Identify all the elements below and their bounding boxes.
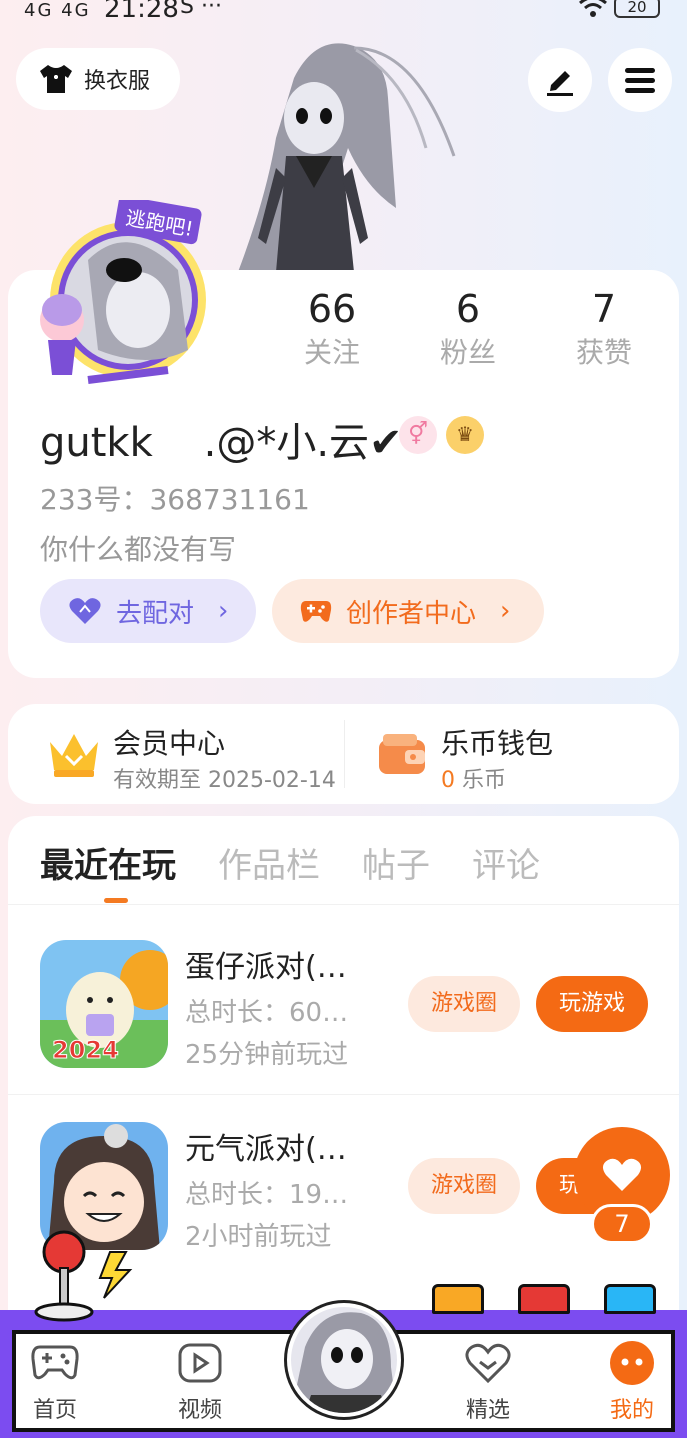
tab-posts[interactable]: 帖子	[362, 838, 430, 887]
pair-button[interactable]: 去配对 ›	[40, 579, 256, 643]
heart-pair-icon	[69, 598, 101, 624]
vip-center-title[interactable]: 会员中心	[113, 722, 225, 762]
tab-comments[interactable]: 评论	[472, 838, 540, 887]
stat-fans[interactable]: 6 粉丝	[400, 285, 536, 373]
stat-likes-label: 获赞	[575, 336, 632, 369]
status-extra: S ···	[180, 0, 222, 19]
nav-home[interactable]: 首页	[10, 1340, 100, 1424]
stat-fans-label: 粉丝	[439, 336, 496, 369]
game-title[interactable]: 蛋仔派对(…	[185, 942, 385, 986]
wallet-icon[interactable]	[377, 730, 427, 780]
arcade-button-red	[518, 1284, 570, 1314]
status-bar: 4G 4G 21:28 S ··· 20	[0, 0, 687, 30]
profile-stats: 66 关注 6 粉丝 7 获赞	[264, 285, 674, 373]
video-play-icon	[178, 1343, 222, 1383]
coin-unit: 乐币	[455, 768, 506, 793]
edit-profile-button[interactable]	[528, 48, 592, 112]
avatar-3d-figure[interactable]	[236, 38, 456, 272]
tab-recent-played[interactable]: 最近在玩	[40, 838, 176, 887]
user-bio[interactable]: 你什么都没有写	[40, 528, 236, 568]
coin-balance-value: 0	[441, 768, 455, 793]
game-last-played: 25分钟前玩过	[185, 1040, 349, 1070]
stat-following-value: 66	[307, 287, 357, 331]
tab-indicator	[104, 898, 128, 903]
nav-mine[interactable]: 我的	[587, 1340, 677, 1424]
game-duration: 总时长：60…	[185, 998, 349, 1028]
heart-icon	[602, 1158, 642, 1191]
arcade-button-orange	[432, 1284, 484, 1314]
game-circle-button[interactable]: 游戏圈	[408, 976, 520, 1032]
nav-center-avatar[interactable]	[287, 1303, 401, 1417]
gamepad-icon	[300, 601, 332, 622]
stat-likes-value: 7	[591, 287, 617, 331]
game-title[interactable]: 元气派对(…	[185, 1124, 385, 1168]
chevron-right-icon: ›	[218, 596, 229, 626]
vip-expiry: 有效期至 2025-02-14	[113, 768, 336, 793]
game-circle-button[interactable]: 游戏圈	[408, 1158, 520, 1214]
chevron-right-icon: ›	[500, 596, 511, 626]
tab-works[interactable]: 作品栏	[218, 838, 320, 887]
divider	[8, 904, 679, 905]
change-outfit-button[interactable]: 换衣服	[16, 48, 180, 110]
stat-following[interactable]: 66 关注	[264, 285, 400, 373]
game-thumbnail[interactable]: 2024	[40, 940, 168, 1068]
gamepad-icon	[31, 1345, 79, 1380]
nav-home-label: 首页	[32, 1398, 77, 1423]
stat-fans-value: 6	[455, 287, 481, 331]
arcade-button-blue	[604, 1284, 656, 1314]
crown-badge-icon[interactable]: ♛	[446, 416, 484, 454]
stat-likes[interactable]: 7 获赞	[536, 285, 672, 373]
creator-center-button[interactable]: 创作者中心 ›	[272, 579, 544, 643]
hamburger-icon	[625, 68, 655, 93]
face-icon	[610, 1341, 654, 1385]
shirt-icon	[40, 65, 72, 93]
game-thumb-year: 2024	[52, 1036, 119, 1064]
creator-label: 创作者中心	[346, 598, 477, 629]
menu-button[interactable]	[608, 48, 672, 112]
like-count-badge: 7	[591, 1204, 653, 1244]
battery-icon: 20	[614, 0, 660, 18]
stat-following-label: 关注	[303, 336, 360, 369]
profile-tabs: 最近在玩 作品栏 帖子 评论	[40, 838, 540, 887]
nav-featured[interactable]: 精选	[443, 1340, 533, 1424]
game-last-played: 2小时前玩过	[185, 1222, 332, 1252]
divider	[344, 720, 345, 788]
pair-label: 去配对	[116, 598, 195, 629]
game-duration: 总时长：19…	[185, 1180, 349, 1210]
signal-icon: 4G 4G	[24, 0, 91, 21]
username: gutkk .@*小.云✔	[40, 420, 403, 466]
joystick-icon	[34, 1230, 133, 1322]
nav-featured-label: 精选	[465, 1398, 510, 1423]
nav-mine-label: 我的	[609, 1398, 654, 1423]
nav-video[interactable]: 视频	[155, 1340, 245, 1424]
coin-balance: 0 乐币	[441, 762, 506, 794]
pen-icon	[547, 71, 573, 96]
heart-tv-icon	[465, 1343, 511, 1384]
avatar-frame[interactable]: 逃跑吧!	[28, 200, 208, 390]
user-id[interactable]: 233号：368731161	[40, 478, 310, 518]
nav-video-label: 视频	[177, 1398, 222, 1423]
crown-icon[interactable]	[46, 730, 102, 780]
coin-wallet-title[interactable]: 乐币钱包	[441, 722, 553, 762]
divider	[8, 1094, 679, 1095]
wifi-icon	[578, 0, 608, 26]
play-game-button[interactable]: 玩游戏	[536, 976, 648, 1032]
status-time: 21:28	[104, 0, 179, 24]
gender-badge-icon: ⚥	[399, 416, 437, 454]
change-outfit-label: 换衣服	[84, 69, 151, 94]
